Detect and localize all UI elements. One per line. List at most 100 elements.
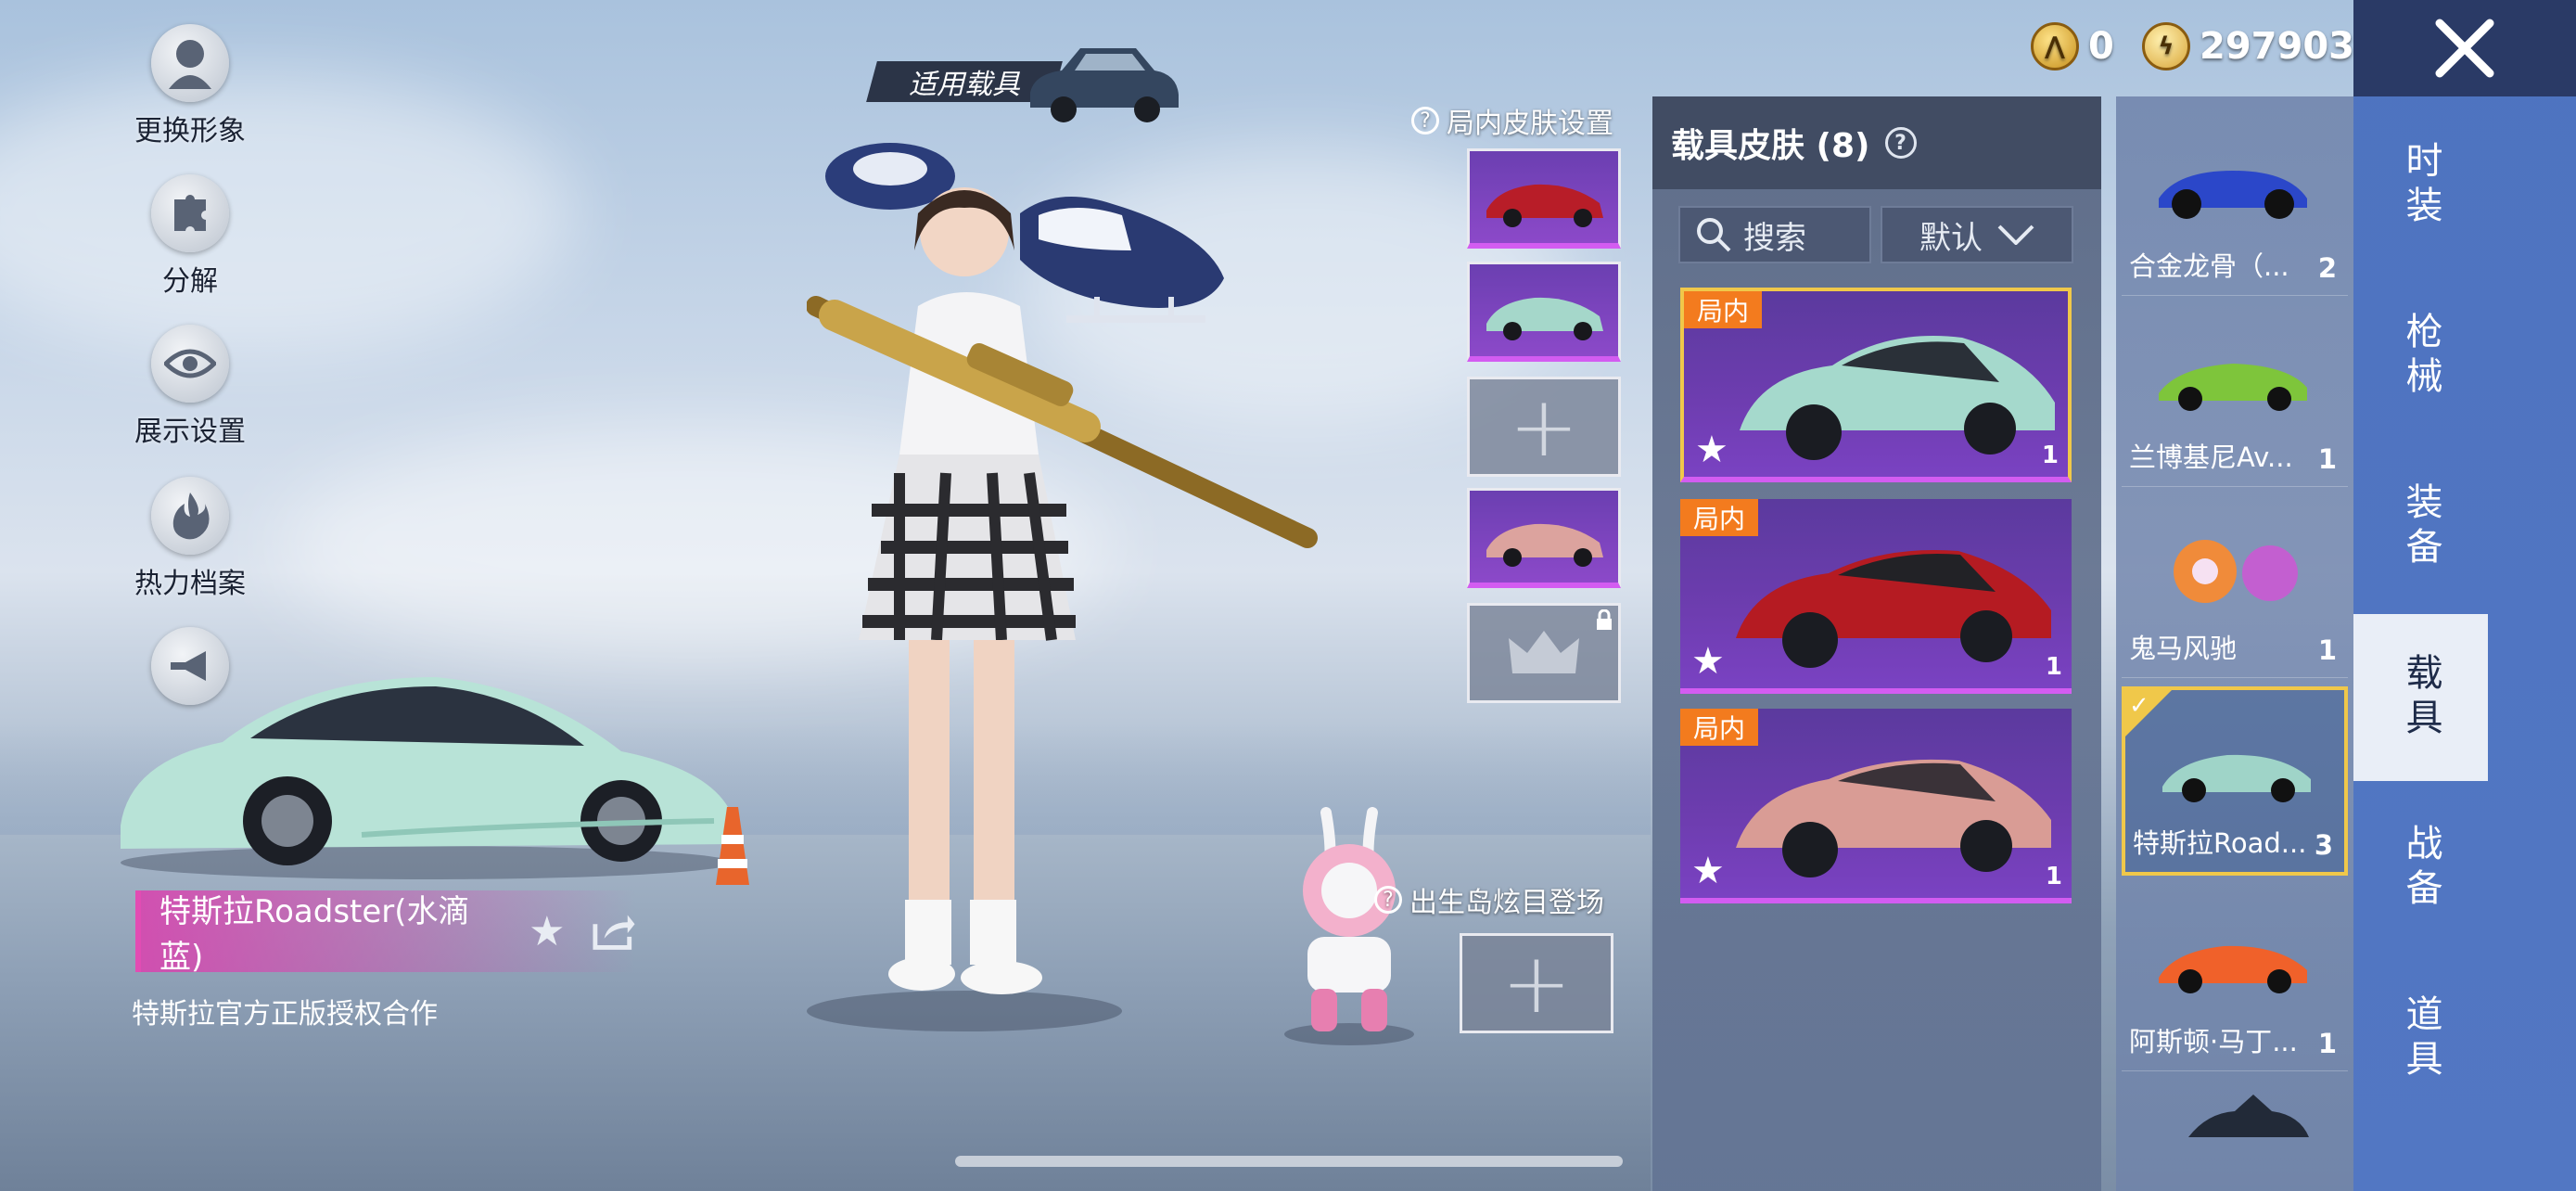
currency-coin2[interactable]: ϟ 297903 <box>2142 19 2354 74</box>
showcase-car <box>121 677 733 879</box>
vehicle-count: 3 <box>2314 829 2333 861</box>
crown-icon <box>1509 631 1579 673</box>
puzzle-icon <box>151 174 229 252</box>
tab-firearms[interactable]: 枪械 <box>2353 273 2488 440</box>
skin-card[interactable]: 局内 ★ 1 <box>1680 288 2072 482</box>
robot-pet <box>1284 807 1414 1045</box>
close-button[interactable] <box>2353 0 2576 96</box>
sky-cloud <box>0 74 575 352</box>
coin-token-icon: ⋀ <box>2031 22 2079 70</box>
tab-label: 道具 <box>2399 994 2442 1083</box>
skin-card[interactable]: 局内 ★ 1 <box>1680 709 2072 903</box>
skin-card[interactable]: 局内 ★ 1 <box>1680 499 2072 694</box>
in-match-skin-title[interactable]: ? 局内皮肤设置 <box>1411 100 1613 141</box>
search-input[interactable]: 搜索 <box>1678 206 1871 263</box>
avatar-icon <box>151 24 229 102</box>
tab-equipment[interactable]: 装备 <box>2353 443 2488 610</box>
vehicle-list-item[interactable]: 鬼马风驰 1 <box>2122 488 2348 678</box>
vehicle-skin-title: 载具皮肤 (8) <box>1671 127 1870 165</box>
help-icon[interactable]: ? <box>1374 886 1402 914</box>
vehicle-list-item[interactable]: 兰博基尼Av... 1 <box>2122 297 2348 487</box>
chevron-down-icon <box>1997 224 2034 245</box>
in-match-skin-add-slot[interactable]: + <box>1467 377 1621 477</box>
in-match-skin-slot[interactable] <box>1467 262 1621 362</box>
search-icon <box>1697 218 1731 252</box>
disassemble-button[interactable]: 分解 <box>130 174 250 299</box>
coin2-value: 297903 <box>2200 25 2354 68</box>
vehicle-thumb <box>2174 540 2298 603</box>
slot-car <box>1486 523 1603 567</box>
coin1-value: 0 <box>2088 25 2114 68</box>
skin-car-image <box>1740 336 2055 460</box>
vehicle-name: 特斯拉Road... <box>2133 827 2307 859</box>
check-icon: ✓ <box>2129 692 2149 720</box>
tab-label: 载具 <box>2399 653 2442 742</box>
favorite-star-icon[interactable]: ★ <box>529 908 565 955</box>
tab-fashion[interactable]: 时装 <box>2353 102 2488 269</box>
skin-car-image <box>1736 759 2051 877</box>
close-icon <box>2435 19 2494 78</box>
favorite-star-icon[interactable]: ★ <box>1691 850 1725 892</box>
vehicle-list-item[interactable]: 合金龙骨（... 2 <box>2122 106 2348 296</box>
currency-coin1[interactable]: ⋀ 0 <box>2031 19 2114 74</box>
applicable-vehicle-label: 适用载具 <box>909 69 1020 101</box>
vehicle-thumb-partial <box>2188 1095 2309 1137</box>
in-match-skin-locked-slot[interactable] <box>1467 603 1621 703</box>
home-indicator[interactable] <box>955 1156 1623 1167</box>
vehicle-name: 兰博基尼Av... <box>2129 442 2293 473</box>
help-icon[interactable]: ? <box>1411 107 1439 134</box>
slot-car <box>1486 184 1603 227</box>
vehicle-list-item-selected[interactable]: ✓ 特斯拉Road... 3 <box>2122 686 2348 876</box>
applicable-vehicle-car <box>1030 48 1179 122</box>
spawn-island-add-slot[interactable]: + <box>1460 933 1613 1033</box>
spawn-island-title[interactable]: ? 出生岛炫目登场 <box>1374 879 1604 920</box>
flame-icon <box>151 477 229 555</box>
vehicle-thumb <box>2159 364 2307 411</box>
vehicle-skin-header: 载具皮肤 (8) ? <box>1652 96 2101 189</box>
vehicle-count: 1 <box>2317 443 2337 475</box>
share-icon[interactable] <box>592 911 636 952</box>
heat-profile-label: 热力档案 <box>134 568 246 600</box>
change-avatar-button[interactable]: 更换形象 <box>130 24 250 148</box>
in-match-skin-slot[interactable] <box>1467 488 1621 588</box>
in-match-skin-slot[interactable] <box>1467 148 1621 249</box>
vehicle-thumb <box>2159 945 2307 993</box>
change-avatar-label: 更换形象 <box>134 115 246 147</box>
in-match-tag: 局内 <box>1684 291 1762 328</box>
tab-items[interactable]: 道具 <box>2353 955 2488 1122</box>
tab-tactical[interactable]: 战备 <box>2353 785 2488 952</box>
tab-label: 战备 <box>2399 824 2442 913</box>
vehicle-list-item[interactable]: 阿斯顿·马丁... 1 <box>2122 881 2348 1071</box>
selected-item-name: 特斯拉Roadster(水滴蓝) <box>159 893 470 976</box>
skin-count: 1 <box>2041 442 2059 469</box>
help-icon[interactable]: ? <box>1884 127 1917 159</box>
lock-icon <box>1597 609 1612 630</box>
coin-bolt-icon: ϟ <box>2142 22 2190 70</box>
search-placeholder: 搜索 <box>1743 219 1806 257</box>
skin-count: 1 <box>2045 653 2062 681</box>
player-character <box>807 187 1318 1031</box>
vehicle-count: 1 <box>2317 634 2337 666</box>
favorite-star-icon[interactable]: ★ <box>1691 640 1725 683</box>
display-settings-button[interactable]: 展示设置 <box>130 325 250 449</box>
vehicle-name: 鬼马风驰 <box>2129 633 2238 664</box>
tab-label: 装备 <box>2399 482 2442 571</box>
plus-icon: + <box>1501 934 1572 1032</box>
disassemble-label: 分解 <box>162 265 218 298</box>
tab-label: 枪械 <box>2399 312 2442 401</box>
tab-vehicles[interactable]: 载具 <box>2353 614 2488 781</box>
vehicle-count: 2 <box>2317 252 2337 284</box>
vehicle-name: 合金龙骨（... <box>2129 250 2289 282</box>
selected-item-bar: 特斯拉Roadster(水滴蓝) ★ <box>135 890 636 976</box>
eye-icon <box>151 325 229 403</box>
vehicle-thumb <box>2159 171 2307 219</box>
vehicle-count: 1 <box>2317 1028 2337 1059</box>
sort-dropdown[interactable]: 默认 <box>1881 206 2073 263</box>
in-match-tag: 局内 <box>1680 499 1758 536</box>
favorite-star-icon[interactable]: ★ <box>1695 429 1728 471</box>
heat-profile-button[interactable]: 热力档案 <box>130 477 250 601</box>
skin-count: 1 <box>2045 863 2062 890</box>
spawn-island-title-text: 出生岛炫目登场 <box>1409 887 1604 919</box>
plus-icon: + <box>1509 378 1579 476</box>
display-settings-label: 展示设置 <box>134 416 246 448</box>
